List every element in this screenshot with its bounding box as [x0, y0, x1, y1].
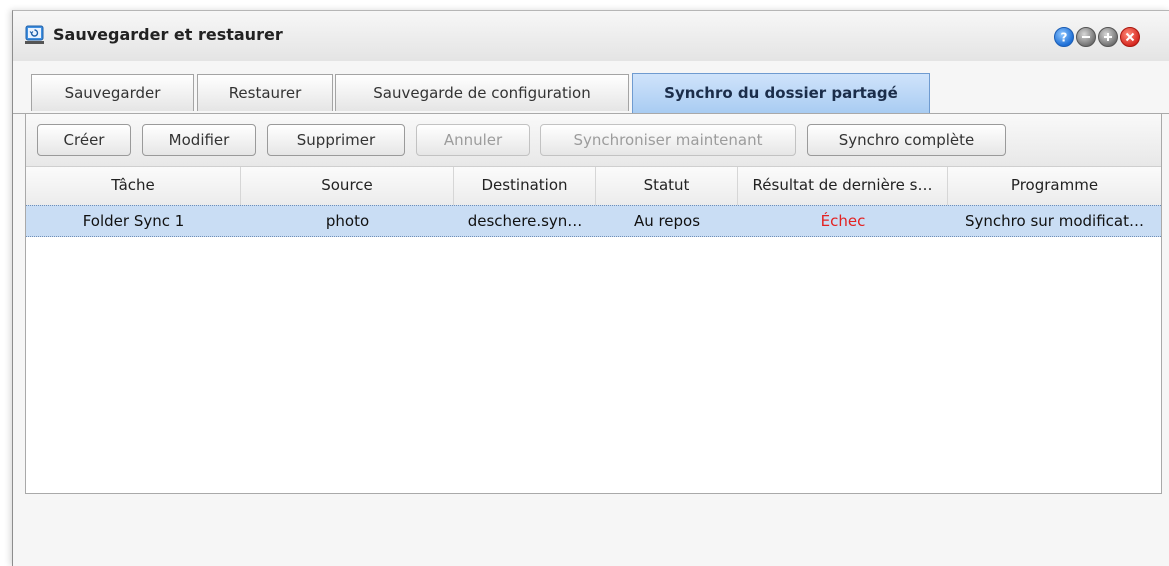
- minimize-icon[interactable]: [1076, 27, 1096, 47]
- column-header-status[interactable]: Statut: [596, 167, 738, 205]
- window-title: Sauvegarder et restaurer: [53, 25, 283, 44]
- column-header-source[interactable]: Source: [241, 167, 454, 205]
- column-header-schedule[interactable]: Programme: [948, 167, 1161, 205]
- app-window: Sauvegarder et restaurer ? Sauvegarder R…: [12, 10, 1169, 566]
- toolbar: Créer Modifier Supprimer Annuler Synchro…: [25, 114, 1162, 166]
- modify-button[interactable]: Modifier: [142, 124, 256, 156]
- help-icon[interactable]: ?: [1054, 27, 1074, 47]
- svg-text:?: ?: [1061, 31, 1068, 45]
- sync-now-button[interactable]: Synchroniser maintenant: [540, 124, 796, 156]
- tab-restaurer[interactable]: Restaurer: [197, 74, 333, 111]
- grid-header: Tâche Source Destination Statut Résultat…: [26, 166, 1161, 206]
- column-header-task[interactable]: Tâche: [26, 167, 241, 205]
- cell-task: Folder Sync 1: [82, 212, 185, 230]
- tab-bar: Sauvegarder Restaurer Sauvegarde de conf…: [13, 61, 1169, 114]
- cell-result: Échec: [820, 212, 866, 230]
- cell-destination: deschere.syn…: [467, 212, 583, 230]
- cell-status: Au repos: [633, 212, 701, 230]
- task-grid: Tâche Source Destination Statut Résultat…: [25, 166, 1162, 494]
- table-row[interactable]: Folder Sync 1 photo deschere.syn… Au rep…: [26, 205, 1161, 237]
- delete-button[interactable]: Supprimer: [267, 124, 405, 156]
- close-icon[interactable]: [1120, 27, 1140, 47]
- title-bar: Sauvegarder et restaurer ?: [13, 11, 1169, 62]
- cell-source: photo: [325, 212, 370, 230]
- cell-schedule: Synchro sur modificat…: [965, 212, 1144, 230]
- cancel-button[interactable]: Annuler: [416, 124, 530, 156]
- maximize-icon[interactable]: [1098, 27, 1118, 47]
- tab-synchro-dossier-partage[interactable]: Synchro du dossier partagé: [632, 73, 930, 113]
- create-button[interactable]: Créer: [37, 124, 131, 156]
- column-header-destination[interactable]: Destination: [454, 167, 596, 205]
- backup-app-icon: [25, 25, 44, 45]
- tab-sauvegarder[interactable]: Sauvegarder: [31, 74, 194, 111]
- full-sync-button[interactable]: Synchro complète: [807, 124, 1006, 156]
- tab-sauvegarde-configuration[interactable]: Sauvegarde de configuration: [335, 74, 629, 111]
- column-header-result[interactable]: Résultat de dernière s…: [738, 167, 948, 205]
